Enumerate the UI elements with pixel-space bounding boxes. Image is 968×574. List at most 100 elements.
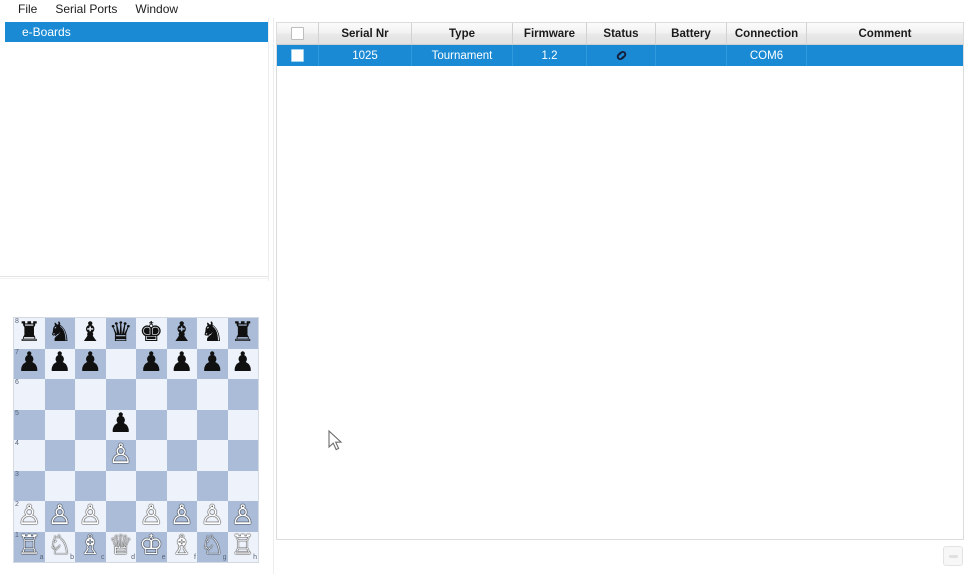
table-row[interactable]: 1025 Tournament 1.2 COM6 xyxy=(277,45,963,66)
board-square-f5[interactable] xyxy=(166,409,197,440)
piece-white-pawn[interactable]: ♙ xyxy=(200,502,224,529)
column-header-firmware[interactable]: Firmware xyxy=(513,23,587,44)
board-square-g4[interactable] xyxy=(197,440,228,471)
board-square-d2[interactable] xyxy=(105,501,136,532)
piece-white-pawn[interactable]: ♙ xyxy=(109,441,133,468)
board-square-e1[interactable]: e ♔ xyxy=(136,531,167,562)
board-square-a1[interactable]: 1 a ♖ xyxy=(14,531,45,562)
column-header-type[interactable]: Type xyxy=(412,23,513,44)
piece-white-pawn[interactable]: ♙ xyxy=(231,502,255,529)
board-square-h7[interactable]: ♟ xyxy=(227,348,258,379)
cell-status[interactable] xyxy=(587,45,656,66)
board-square-e8[interactable]: ♚ xyxy=(136,318,167,349)
piece-black-rook[interactable]: ♜ xyxy=(17,319,41,346)
piece-black-king[interactable]: ♚ xyxy=(139,319,163,346)
piece-black-bishop[interactable]: ♝ xyxy=(170,319,194,346)
board-square-c4[interactable] xyxy=(75,440,106,471)
board-square-d4[interactable]: ♙ xyxy=(105,440,136,471)
board-square-c5[interactable] xyxy=(75,409,106,440)
piece-white-rook[interactable]: ♖ xyxy=(231,532,255,559)
piece-black-rook[interactable]: ♜ xyxy=(231,319,255,346)
board-square-e3[interactable] xyxy=(136,470,167,501)
menu-item-window[interactable]: Window xyxy=(127,1,186,18)
board-square-e5[interactable] xyxy=(136,409,167,440)
board-square-h4[interactable] xyxy=(227,440,258,471)
cell-type[interactable]: Tournament xyxy=(412,45,513,66)
piece-white-pawn[interactable]: ♙ xyxy=(17,502,41,529)
board-square-g2[interactable]: ♙ xyxy=(197,501,228,532)
horizontal-splitter[interactable] xyxy=(0,276,271,279)
piece-white-bishop[interactable]: ♗ xyxy=(78,532,102,559)
board-square-a8[interactable]: 8 ♜ xyxy=(14,318,45,349)
resize-grip-button[interactable] xyxy=(943,546,963,566)
piece-white-knight[interactable]: ♘ xyxy=(48,532,72,559)
board-square-b5[interactable] xyxy=(44,409,75,440)
board-square-b1[interactable]: b ♘ xyxy=(44,531,75,562)
board-square-g7[interactable]: ♟ xyxy=(197,348,228,379)
menu-item-serial-ports[interactable]: Serial Ports xyxy=(47,1,125,18)
cell-firmware[interactable]: 1.2 xyxy=(513,45,587,66)
board-square-b4[interactable] xyxy=(44,440,75,471)
column-header-battery[interactable]: Battery xyxy=(656,23,727,44)
piece-black-pawn[interactable]: ♟ xyxy=(200,349,224,376)
board-square-f1[interactable]: f ♗ xyxy=(166,531,197,562)
board-square-f7[interactable]: ♟ xyxy=(166,348,197,379)
board-square-h5[interactable] xyxy=(227,409,258,440)
board-square-g5[interactable] xyxy=(197,409,228,440)
board-square-a2[interactable]: 2 ♙ xyxy=(14,501,45,532)
board-square-d7[interactable] xyxy=(105,348,136,379)
piece-black-pawn[interactable]: ♟ xyxy=(170,349,194,376)
board-square-h8[interactable]: ♜ xyxy=(227,318,258,349)
piece-white-pawn[interactable]: ♙ xyxy=(78,502,102,529)
board-square-b2[interactable]: ♙ xyxy=(44,501,75,532)
board-square-e2[interactable]: ♙ xyxy=(136,501,167,532)
board-square-c2[interactable]: ♙ xyxy=(75,501,106,532)
board-square-e7[interactable]: ♟ xyxy=(136,348,167,379)
board-square-f6[interactable] xyxy=(166,379,197,410)
cell-serial_nr[interactable]: 1025 xyxy=(319,45,412,66)
cell-connection[interactable]: COM6 xyxy=(727,45,807,66)
board-square-g8[interactable]: ♞ xyxy=(197,318,228,349)
piece-black-pawn[interactable]: ♟ xyxy=(17,349,41,376)
board-square-f4[interactable] xyxy=(166,440,197,471)
piece-black-pawn[interactable]: ♟ xyxy=(48,349,72,376)
board-square-d1[interactable]: d ♕ xyxy=(105,531,136,562)
menu-item-file[interactable]: File xyxy=(10,1,45,18)
board-square-g3[interactable] xyxy=(197,470,228,501)
cell-comment[interactable] xyxy=(807,45,963,66)
board-square-a6[interactable]: 6 xyxy=(14,379,45,410)
piece-white-pawn[interactable]: ♙ xyxy=(170,502,194,529)
piece-black-knight[interactable]: ♞ xyxy=(200,319,224,346)
piece-white-king[interactable]: ♔ xyxy=(139,532,163,559)
piece-white-pawn[interactable]: ♙ xyxy=(139,502,163,529)
board-square-d5[interactable]: ♟ xyxy=(105,409,136,440)
board-square-b3[interactable] xyxy=(44,470,75,501)
select-all-checkbox[interactable] xyxy=(291,27,304,40)
board-square-e4[interactable] xyxy=(136,440,167,471)
piece-black-pawn[interactable]: ♟ xyxy=(109,410,133,437)
board-square-d6[interactable] xyxy=(105,379,136,410)
piece-white-rook[interactable]: ♖ xyxy=(17,532,41,559)
column-header-connection[interactable]: Connection xyxy=(727,23,807,44)
piece-white-bishop[interactable]: ♗ xyxy=(170,532,194,559)
column-header-serial_nr[interactable]: Serial Nr xyxy=(319,23,412,44)
board-square-c6[interactable] xyxy=(75,379,106,410)
board-square-a3[interactable]: 3 xyxy=(14,470,45,501)
board-square-e6[interactable] xyxy=(136,379,167,410)
board-square-b8[interactable]: ♞ xyxy=(44,318,75,349)
board-square-b7[interactable]: ♟ xyxy=(44,348,75,379)
board-square-h1[interactable]: h ♖ xyxy=(227,531,258,562)
board-square-a7[interactable]: 7 ♟ xyxy=(14,348,45,379)
board-square-d8[interactable]: ♛ xyxy=(105,318,136,349)
piece-black-pawn[interactable]: ♟ xyxy=(78,349,102,376)
board-square-d3[interactable] xyxy=(105,470,136,501)
piece-black-pawn[interactable]: ♟ xyxy=(231,349,255,376)
sidebar-item-eboards[interactable]: e-Boards xyxy=(5,22,268,42)
piece-white-queen[interactable]: ♕ xyxy=(109,532,133,559)
board-square-h3[interactable] xyxy=(227,470,258,501)
column-header-check[interactable] xyxy=(277,23,319,44)
board-square-a4[interactable]: 4 xyxy=(14,440,45,471)
board-square-g1[interactable]: g ♘ xyxy=(197,531,228,562)
board-square-g6[interactable] xyxy=(197,379,228,410)
piece-white-pawn[interactable]: ♙ xyxy=(48,502,72,529)
